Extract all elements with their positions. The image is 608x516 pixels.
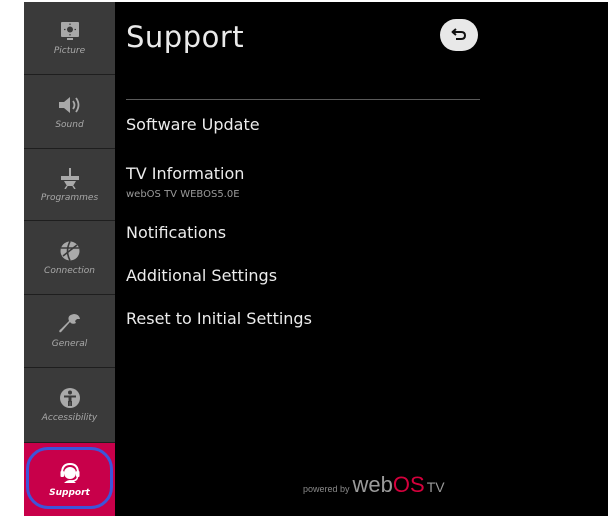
sidebar-item-sound[interactable]: Sound xyxy=(24,75,115,149)
title-divider xyxy=(126,99,480,100)
sidebar-item-programmes[interactable]: Programmes xyxy=(24,149,115,221)
brand-tv: TV xyxy=(426,479,445,495)
brand-web: web xyxy=(352,472,393,497)
powered-by-text: powered by xyxy=(303,484,350,494)
tv-information-version: webOS TV WEBOS5.0E xyxy=(126,189,240,200)
menu-item-additional-settings[interactable]: Additional Settings xyxy=(126,266,277,285)
sidebar-item-label: Sound xyxy=(55,119,84,130)
focus-highlight xyxy=(26,447,113,509)
menu-item-notifications[interactable]: Notifications xyxy=(126,223,226,242)
wrench-icon xyxy=(58,313,82,335)
sidebar-item-picture[interactable]: Picture xyxy=(24,2,115,75)
sidebar-item-accessibility[interactable]: Accessibility xyxy=(24,368,115,443)
support-panel: Support Software Update TV Information w… xyxy=(115,2,608,516)
sidebar-item-label: General xyxy=(51,339,88,349)
menu-item-reset-initial-settings[interactable]: Reset to Initial Settings xyxy=(126,309,312,328)
brand-os: OS xyxy=(392,472,425,497)
sidebar-item-connection[interactable]: Connection xyxy=(24,221,115,295)
sidebar-item-label: Programmes xyxy=(40,192,99,203)
webos-logo: powered by web OS TV xyxy=(303,472,445,498)
sidebar-item-label: Accessibility xyxy=(41,413,98,423)
sidebar-item-label: Connection xyxy=(44,265,95,276)
back-arrow-icon xyxy=(451,26,467,45)
antenna-icon xyxy=(58,167,82,189)
sidebar-item-general[interactable]: General xyxy=(24,295,115,368)
picture-icon xyxy=(58,20,82,42)
accessibility-icon xyxy=(58,387,82,409)
menu-item-tv-information[interactable]: TV Information xyxy=(126,164,244,183)
network-icon xyxy=(58,240,82,262)
sidebar-item-label: Picture xyxy=(53,46,86,56)
settings-sidebar: Picture Sound Programmes Connection Gene… xyxy=(24,2,115,516)
page-title: Support xyxy=(126,20,245,54)
menu-item-software-update[interactable]: Software Update xyxy=(126,115,260,134)
tv-settings-screen: Picture Sound Programmes Connection Gene… xyxy=(0,0,608,516)
speaker-icon xyxy=(58,94,82,116)
back-button[interactable] xyxy=(440,19,478,51)
